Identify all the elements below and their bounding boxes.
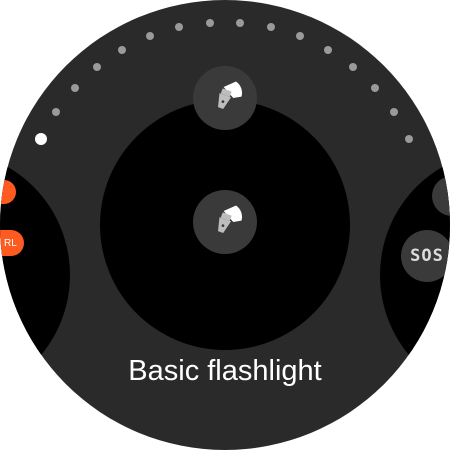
page-dot: [236, 18, 245, 27]
page-dot: [70, 84, 79, 93]
top-flashlight-icon[interactable]: [193, 66, 257, 130]
page-dot: [371, 84, 380, 93]
page-dot: [295, 32, 304, 41]
page-dot: [118, 45, 127, 54]
page-dot: [404, 135, 413, 144]
watch-face: RL SOS Basic flashlight: [0, 0, 450, 450]
flashlight-icon: [218, 205, 243, 234]
page-dot: [389, 108, 398, 117]
mode-title: Basic flashlight: [128, 355, 322, 387]
center-flashlight-button[interactable]: [193, 190, 257, 254]
page-dot: [35, 133, 48, 146]
flashlight-icon: [218, 81, 243, 110]
sos-label: SOS: [410, 246, 444, 266]
page-dot: [348, 63, 357, 72]
page-dot: [146, 32, 155, 41]
page-dot: [93, 63, 102, 72]
page-dot: [266, 23, 275, 32]
page-dot: [323, 45, 332, 54]
sos-button[interactable]: SOS: [401, 230, 450, 282]
page-dot: [52, 108, 61, 117]
page-dot: [205, 18, 214, 27]
page-dot: [175, 23, 184, 32]
